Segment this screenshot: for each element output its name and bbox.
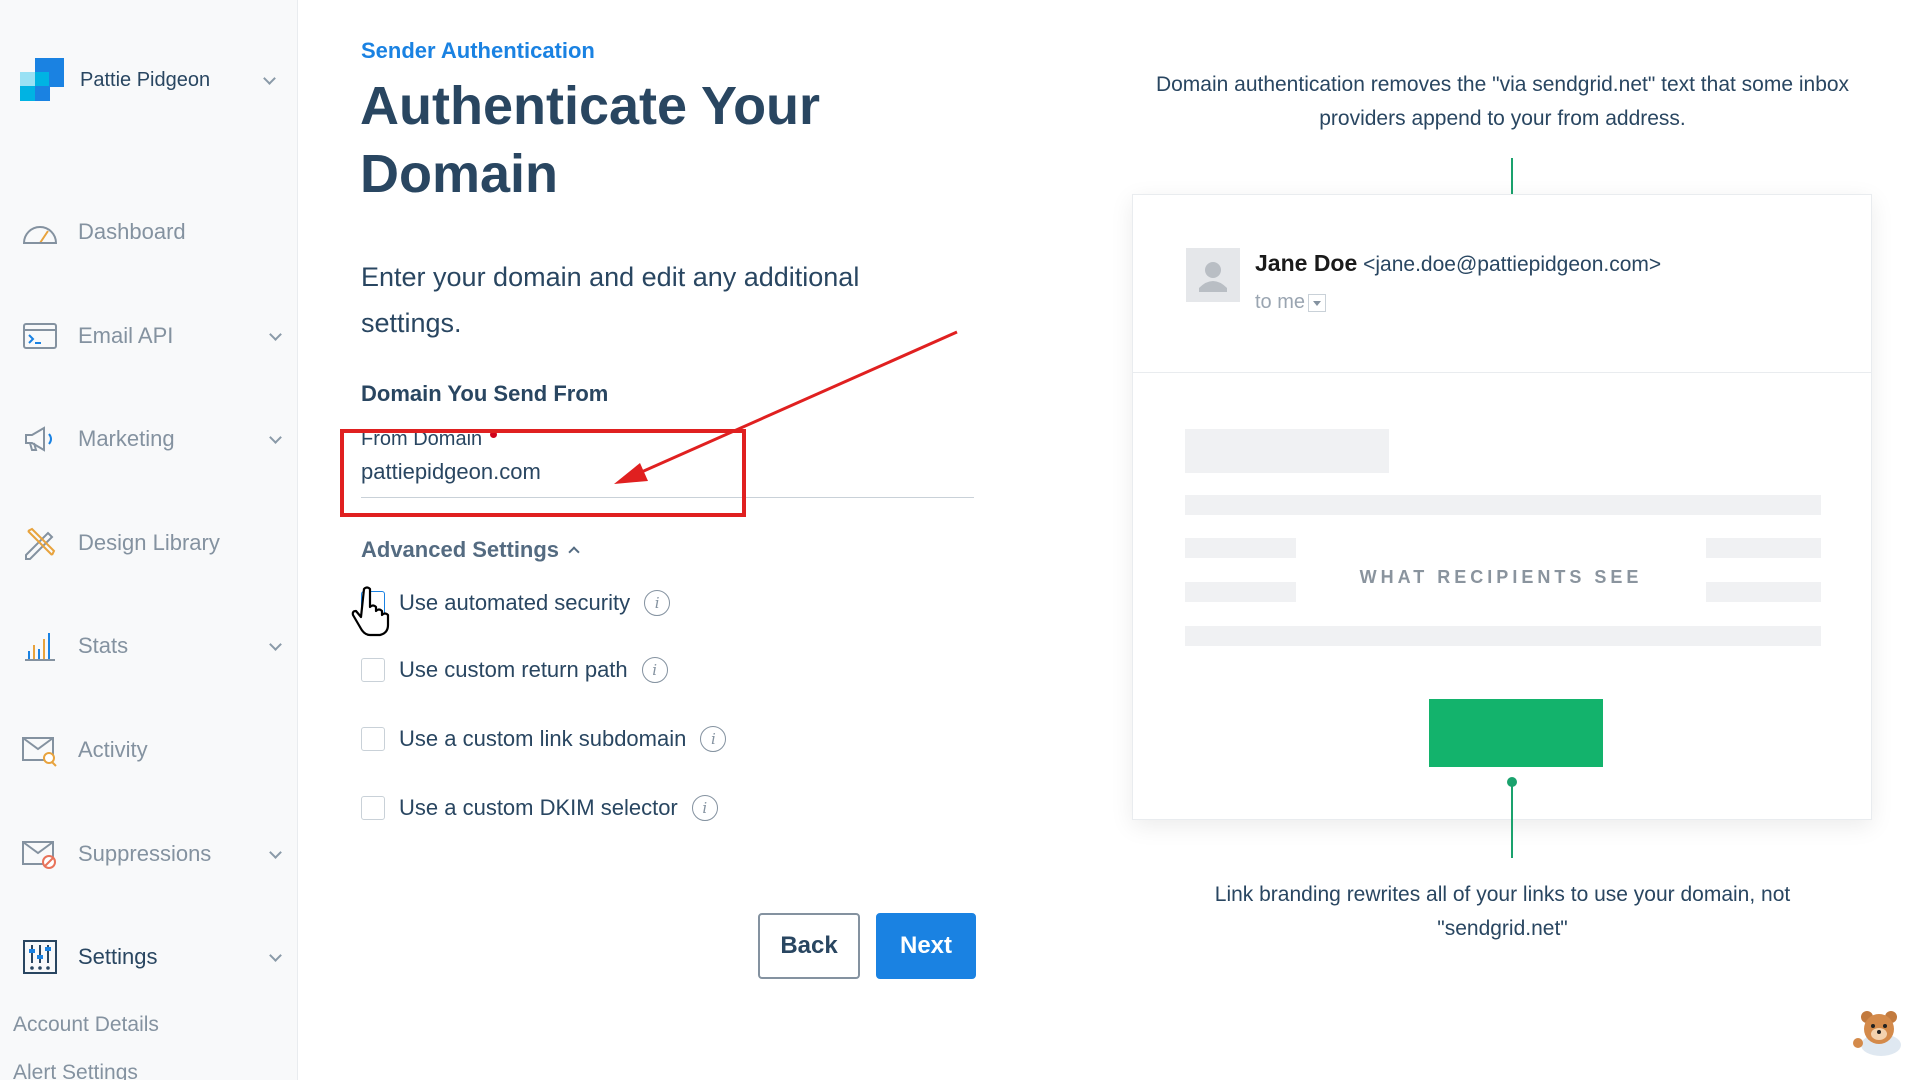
option-automated-security[interactable]: Use automated security i — [361, 588, 671, 618]
section-label: Domain You Send From — [361, 381, 609, 406]
hand-pointer-cursor-icon — [351, 586, 390, 637]
placeholder-line — [1185, 495, 1821, 515]
envelope-blocked-icon — [20, 834, 60, 874]
placeholder-line — [1705, 538, 1821, 558]
chevron-down-icon — [268, 328, 284, 344]
placeholder-line — [1185, 538, 1297, 558]
chevron-down-icon — [262, 72, 278, 88]
placeholder-line — [1185, 582, 1297, 602]
sidebar-subitem-alert-settings[interactable]: Alert Settings — [13, 1061, 138, 1080]
sidebar-item-marketing[interactable]: Marketing — [20, 414, 284, 464]
terminal-window-icon — [20, 316, 60, 356]
placeholder-line — [1705, 582, 1821, 602]
sidebar-item-label: Design Library — [78, 530, 220, 555]
sidebar-item-suppressions[interactable]: Suppressions — [20, 829, 284, 879]
sidebar-item-label: Suppressions — [78, 841, 212, 866]
megaphone-icon — [20, 419, 60, 459]
custom-return-path-checkbox[interactable] — [361, 658, 385, 682]
envelope-search-icon — [20, 730, 60, 770]
domain-auth-note: Domain authentication removes the "via s… — [1155, 73, 1850, 130]
sendgrid-logo-icon — [20, 58, 64, 102]
chevron-down-icon — [268, 431, 284, 447]
next-button[interactable]: Next — [876, 913, 976, 979]
chevron-up-icon — [567, 544, 581, 556]
sidebar-item-activity[interactable]: Activity — [20, 725, 284, 775]
back-button[interactable]: Back — [758, 913, 860, 979]
cta-button-placeholder — [1429, 699, 1603, 767]
sidebar-item-settings[interactable]: Settings — [20, 932, 284, 982]
recipient-text: to me — [1255, 291, 1306, 313]
gauge-icon — [20, 212, 60, 252]
avatar — [1186, 248, 1240, 302]
custom-link-subdomain-checkbox[interactable] — [361, 727, 385, 751]
email-preview-card: Jane Doe <jane.doe@pattiepidgeon.com> to… — [1132, 194, 1872, 820]
sidebar-item-dashboard[interactable]: Dashboard — [20, 207, 284, 257]
chevron-down-icon — [268, 949, 284, 965]
info-icon[interactable]: i — [641, 657, 668, 683]
info-icon[interactable]: i — [700, 726, 727, 752]
option-label: Use custom return path — [399, 657, 628, 682]
sliders-icon — [20, 937, 60, 977]
account-switcher[interactable]: Pattie Pidgeon — [20, 56, 278, 104]
page-title: Authenticate Your Domain — [360, 76, 821, 204]
sidebar-item-label: Activity — [78, 737, 148, 762]
account-name: Pattie Pidgeon — [80, 68, 211, 91]
sidebar-item-label: Email API — [78, 323, 174, 348]
advanced-settings-toggle[interactable]: Advanced Settings — [361, 537, 581, 563]
placeholder-block — [1185, 429, 1389, 473]
bar-chart-icon — [20, 626, 60, 666]
custom-dkim-selector-checkbox[interactable] — [361, 796, 385, 820]
sidebar-item-email-api[interactable]: Email API — [20, 311, 284, 361]
sidebar-item-stats[interactable]: Stats — [20, 621, 284, 671]
option-custom-dkim-selector[interactable]: Use a custom DKIM selector i — [361, 793, 718, 823]
option-custom-return-path[interactable]: Use custom return path i — [361, 655, 668, 685]
option-label: Use automated security — [399, 590, 631, 615]
pencil-ruler-icon — [20, 523, 60, 563]
info-icon[interactable]: i — [691, 795, 718, 821]
placeholder-line — [1185, 626, 1821, 646]
sidebar-item-label: Stats — [78, 633, 129, 658]
what-recipients-see-label: WHAT RECIPIENTS SEE — [1296, 529, 1706, 625]
option-label: Use a custom link subdomain — [399, 726, 687, 751]
email-header: Jane Doe <jane.doe@pattiepidgeon.com> to… — [1133, 195, 1871, 373]
option-label: Use a custom DKIM selector — [399, 795, 678, 820]
annotation-highlight-box — [340, 429, 746, 517]
intro-text: Enter your domain and edit any additiona… — [361, 262, 860, 338]
option-custom-link-subdomain[interactable]: Use a custom link subdomain i — [361, 724, 727, 754]
sidebar: Pattie Pidgeon Dashboard Email API Marke… — [0, 0, 298, 1080]
advanced-settings-label: Advanced Settings — [361, 537, 560, 562]
recipient-line: to me — [1255, 291, 1327, 314]
chevron-down-icon — [268, 846, 284, 862]
sender-name: Jane Doe — [1255, 250, 1358, 276]
page-eyebrow: Sender Authentication — [361, 38, 595, 63]
sidebar-item-label: Marketing — [78, 426, 175, 451]
sidebar-item-label: Settings — [78, 944, 158, 969]
connector-line — [1511, 782, 1513, 858]
sidebar-subitem-account-details[interactable]: Account Details — [13, 1013, 159, 1037]
info-icon[interactable]: i — [644, 590, 671, 616]
sender-email: <jane.doe@pattiepidgeon.com> — [1363, 253, 1662, 276]
link-branding-note: Link branding rewrites all of your links… — [1214, 883, 1791, 940]
bear-mascot-icon — [1853, 1011, 1901, 1056]
chevron-down-icon — [268, 638, 284, 654]
sender-line: Jane Doe <jane.doe@pattiepidgeon.com> — [1255, 250, 1661, 277]
sidebar-item-label: Dashboard — [78, 219, 186, 244]
sidebar-item-design-library[interactable]: Design Library — [20, 518, 284, 568]
caret-down-icon — [1308, 293, 1327, 312]
